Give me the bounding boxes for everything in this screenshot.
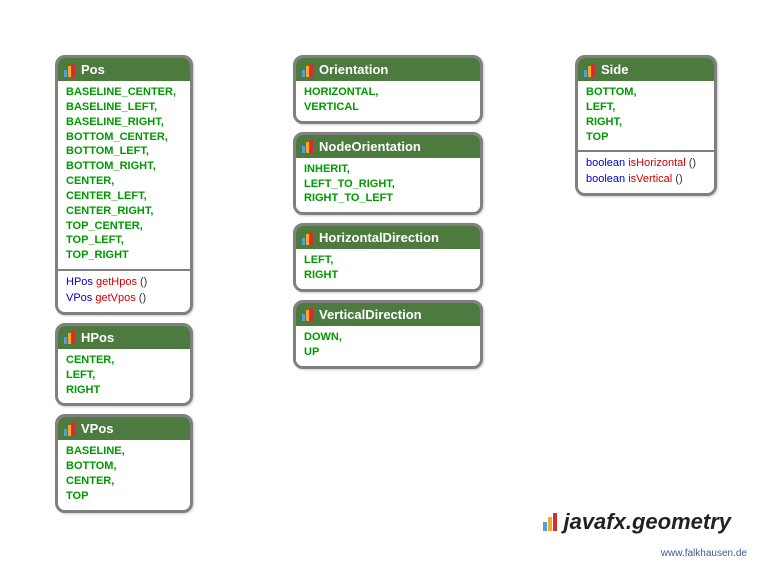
class-name: Pos: [81, 62, 105, 77]
class-name: NodeOrientation: [319, 139, 421, 154]
class-name: VPos: [81, 421, 114, 436]
class-header: VerticalDirection: [296, 303, 480, 326]
column-2: Orientation HORIZONTAL,VERTICAL NodeOrient…: [293, 55, 483, 369]
method: VPos getVpos (): [66, 291, 182, 306]
watermark: www.falkhausen.de: [661, 548, 747, 559]
enum-value: BASELINE_RIGHT,: [66, 115, 182, 130]
enum-value: TOP: [66, 489, 182, 504]
package-label: javafx.geometry: [543, 509, 731, 535]
class-box: Pos BASELINE_CENTER,BASELINE_LEFT,BASELIN…: [55, 55, 193, 315]
bars-icon: [64, 422, 75, 436]
enum-value: BOTTOM_LEFT,: [66, 144, 182, 159]
package-name: javafx.geometry: [563, 509, 731, 535]
class-box: Side BOTTOM,LEFT,RIGHT,TOP boolean isHoriz…: [575, 55, 717, 196]
bars-icon: [64, 63, 75, 77]
enum-value: CENTER_RIGHT,: [66, 204, 182, 219]
column-3: Side BOTTOM,LEFT,RIGHT,TOP boolean isHoriz…: [575, 55, 717, 196]
return-type: HPos: [66, 276, 93, 288]
enum-value: BOTTOM,: [66, 459, 182, 474]
enum-value: HORIZONTAL,: [304, 85, 472, 100]
enum-value: LEFT_TO_RIGHT,: [304, 177, 472, 192]
enum-values: BOTTOM,LEFT,RIGHT,TOP: [578, 81, 714, 150]
bars-icon: [64, 330, 75, 344]
method-parens: (): [672, 173, 682, 185]
enum-value: RIGHT,: [586, 115, 706, 130]
enum-value: VERTICAL: [304, 100, 472, 115]
return-type: boolean: [586, 157, 625, 169]
enum-value: INHERIT,: [304, 162, 472, 177]
class-box: HorizontalDirection LEFT,RIGHT: [293, 223, 483, 292]
enum-value: LEFT,: [304, 253, 472, 268]
enum-value: BASELINE_CENTER,: [66, 85, 182, 100]
enum-value: LEFT,: [66, 368, 182, 383]
bars-icon: [584, 63, 595, 77]
enum-value: CENTER,: [66, 353, 182, 368]
method-name: getVpos: [95, 292, 135, 304]
class-name: VerticalDirection: [319, 307, 422, 322]
bars-icon: [543, 513, 557, 531]
enum-value: TOP_CENTER,: [66, 219, 182, 234]
bars-icon: [302, 139, 313, 153]
methods: boolean isHorizontal ()boolean isVertica…: [578, 150, 714, 193]
enum-value: RIGHT: [304, 268, 472, 283]
method-parens: (): [686, 157, 696, 169]
enum-value: DOWN,: [304, 330, 472, 345]
method-parens: (): [137, 276, 147, 288]
return-type: boolean: [586, 173, 625, 185]
enum-values: BASELINE,BOTTOM,CENTER,TOP: [58, 440, 190, 509]
column-1: PosBASELINE_CENTER,BASELINE_LEFT,BASELIN…: [55, 55, 193, 513]
enum-value: BASELINE,: [66, 444, 182, 459]
method: HPos getHpos (): [66, 275, 182, 290]
class-header: HPos: [58, 326, 190, 349]
class-header: Pos: [58, 58, 190, 81]
enum-value: TOP: [586, 130, 706, 145]
enum-value: BASELINE_LEFT,: [66, 100, 182, 115]
enum-value: UP: [304, 345, 472, 360]
class-header: HorizontalDirection: [296, 226, 480, 249]
bars-icon: [302, 63, 313, 77]
enum-value: CENTER,: [66, 174, 182, 189]
enum-value: RIGHT_TO_LEFT: [304, 191, 472, 206]
enum-values: INHERIT,LEFT_TO_RIGHT,RIGHT_TO_LEFT: [296, 158, 480, 213]
enum-values: DOWN,UP: [296, 326, 480, 366]
enum-value: TOP_RIGHT: [66, 248, 182, 263]
method: boolean isHorizontal (): [586, 156, 706, 171]
class-header: Side: [578, 58, 714, 81]
class-name: Side: [601, 62, 628, 77]
method-name: getHpos: [96, 276, 137, 288]
return-type: VPos: [66, 292, 92, 304]
enum-value: TOP_LEFT,: [66, 233, 182, 248]
bars-icon: [302, 307, 313, 321]
enum-values: HORIZONTAL,VERTICAL: [296, 81, 480, 121]
class-name: HPos: [81, 330, 114, 345]
methods: HPos getHpos ()VPos getVpos (): [58, 269, 190, 312]
bars-icon: [302, 231, 313, 245]
method: boolean isVertical (): [586, 172, 706, 187]
method-name: isVertical: [628, 173, 672, 185]
method-parens: (): [136, 292, 146, 304]
class-box: NodeOrientation INHERIT,LEFT_TO_RIGHT,RIG…: [293, 132, 483, 216]
enum-values: CENTER,LEFT,RIGHT: [58, 349, 190, 404]
method-name: isHorizontal: [628, 157, 685, 169]
class-box: VerticalDirection DOWN,UP: [293, 300, 483, 369]
enum-value: CENTER,: [66, 474, 182, 489]
enum-value: CENTER_LEFT,: [66, 189, 182, 204]
class-header: NodeOrientation: [296, 135, 480, 158]
class-header: VPos: [58, 417, 190, 440]
enum-value: BOTTOM_CENTER,: [66, 130, 182, 145]
enum-value: LEFT,: [586, 100, 706, 115]
enum-values: BASELINE_CENTER,BASELINE_LEFT,BASELINE_R…: [58, 81, 190, 269]
class-box: Orientation HORIZONTAL,VERTICAL: [293, 55, 483, 124]
enum-value: RIGHT: [66, 383, 182, 398]
class-box: HPos CENTER,LEFT,RIGHT: [55, 323, 193, 407]
enum-value: BOTTOM_RIGHT,: [66, 159, 182, 174]
class-name: Orientation: [319, 62, 388, 77]
class-box: VPos BASELINE,BOTTOM,CENTER,TOP: [55, 414, 193, 512]
class-name: HorizontalDirection: [319, 230, 439, 245]
enum-value: BOTTOM,: [586, 85, 706, 100]
class-header: Orientation: [296, 58, 480, 81]
enum-values: LEFT,RIGHT: [296, 249, 480, 289]
